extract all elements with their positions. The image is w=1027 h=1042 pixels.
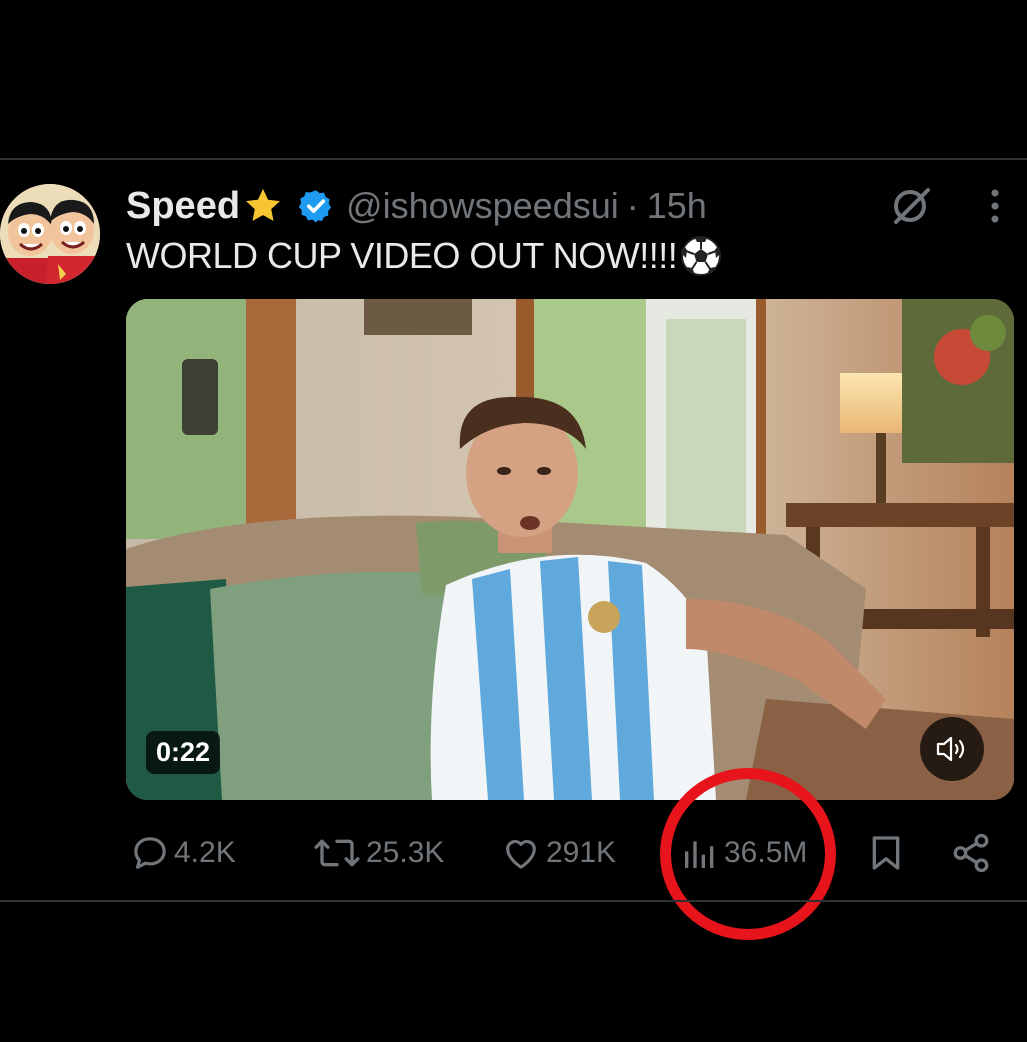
star-icon [242, 185, 284, 227]
reply-icon [134, 837, 166, 869]
tweet-text-content: WORLD CUP VIDEO OUT NOW!!!! [126, 235, 678, 276]
share-button[interactable] [950, 830, 992, 876]
display-name[interactable]: Speed [126, 185, 240, 228]
timestamp[interactable]: 15h [647, 185, 707, 227]
verified-badge-icon[interactable] [298, 188, 334, 224]
separator-dot: · [626, 185, 639, 226]
reply-count: 4.2K [174, 836, 236, 869]
bottom-divider [0, 900, 1027, 902]
user-handle[interactable]: @ishowspeedsui [346, 185, 619, 227]
avatar[interactable] [0, 184, 100, 284]
tweet-header: Speed @ishowspeedsui · 15h [126, 182, 707, 230]
repost-button[interactable]: 25.3K [312, 830, 444, 876]
repost-count: 25.3K [366, 836, 445, 869]
like-count: 291K [546, 836, 617, 869]
views-chart-icon [685, 841, 714, 868]
more-vertical-icon[interactable] [980, 186, 1010, 226]
tweet-page: Speed @ishowspeedsui · 15h WORLD CUP VID… [0, 0, 1027, 1042]
views-button[interactable]: 36.5M [680, 830, 807, 876]
heart-icon [506, 839, 536, 869]
video-duration-badge: 0:22 [146, 731, 221, 774]
reply-button[interactable]: 4.2K [130, 830, 236, 876]
views-count: 36.5M [724, 836, 808, 869]
video-frame [126, 299, 1014, 800]
grok-icon[interactable] [888, 182, 936, 230]
repost-icon [314, 839, 360, 867]
tweet-text: WORLD CUP VIDEO OUT NOW!!!! [126, 234, 723, 278]
top-divider [0, 158, 1027, 160]
bookmark-button[interactable] [866, 830, 906, 876]
volume-icon[interactable] [920, 717, 984, 781]
video-player[interactable]: 0:22 [126, 299, 1014, 800]
like-button[interactable]: 291K [500, 830, 616, 876]
bookmark-icon [872, 836, 900, 870]
soccer-ball-icon [679, 234, 723, 278]
share-icon [953, 833, 989, 873]
